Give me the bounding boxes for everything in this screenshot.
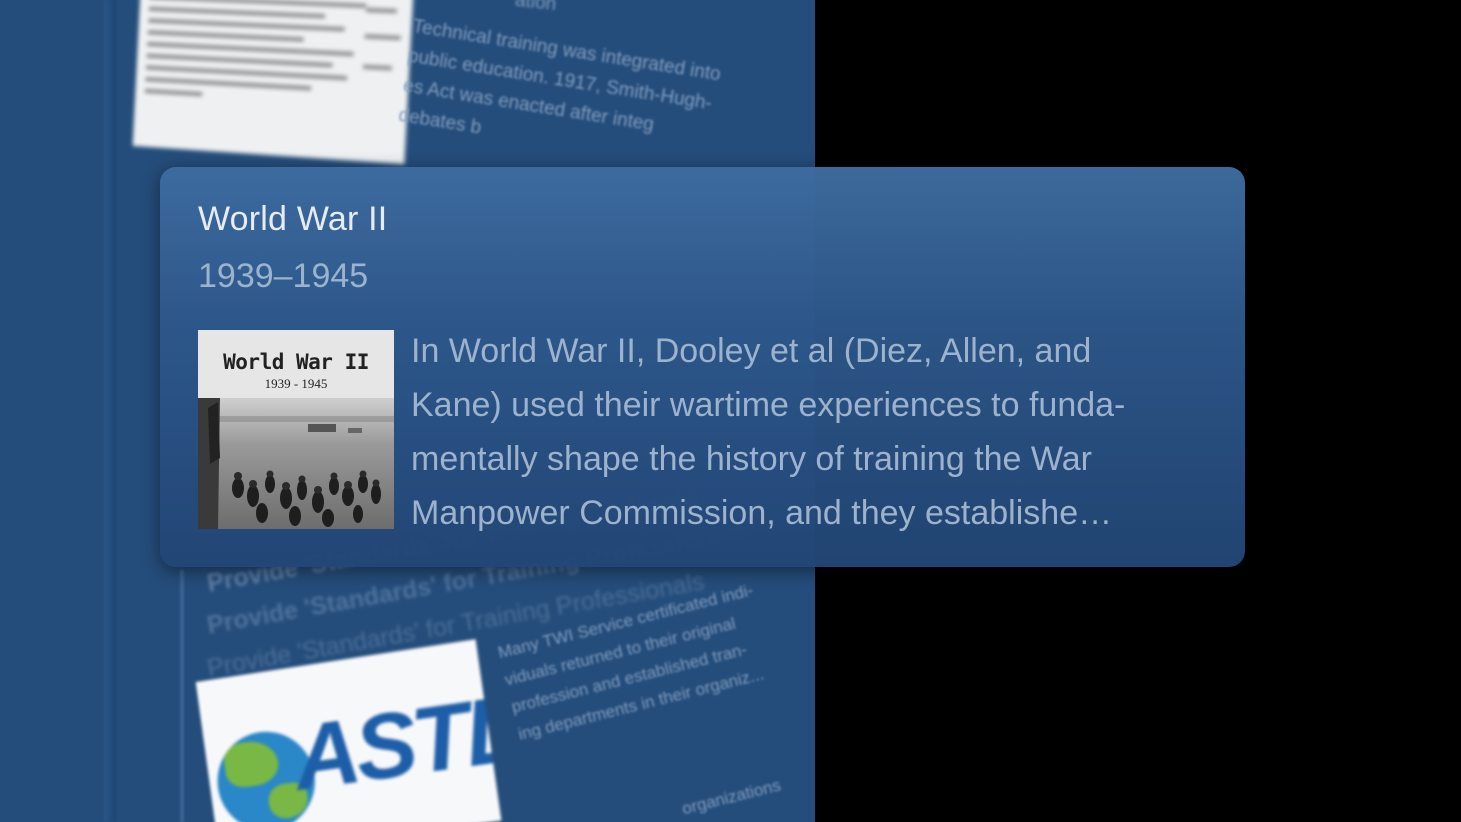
timeline-event-card[interactable]: World War II 1939–1945 World War II 1939… <box>160 167 1245 567</box>
event-dates: 1939–1945 <box>198 257 369 295</box>
background-entry-text: Technical training was integrated into p… <box>397 15 723 139</box>
soldiers-landing-photo <box>198 398 394 529</box>
background-text-fragment-lower: organizations <box>680 775 783 819</box>
event-title: World War II <box>198 200 388 238</box>
background-document-image <box>132 0 414 165</box>
timeline-spine <box>104 0 116 822</box>
background-text-fragment: ation <box>514 0 558 16</box>
logo-text: ASTD <box>287 674 502 810</box>
event-description: In World War II, Dooley et al (Diez, All… <box>411 332 1126 532</box>
timeline-branch-line <box>180 570 184 822</box>
event-thumbnail[interactable]: World War II 1939 - 1945 <box>198 330 394 529</box>
thumbnail-title: World War II <box>223 350 369 374</box>
thumbnail-subtitle: 1939 - 1945 <box>264 376 328 391</box>
